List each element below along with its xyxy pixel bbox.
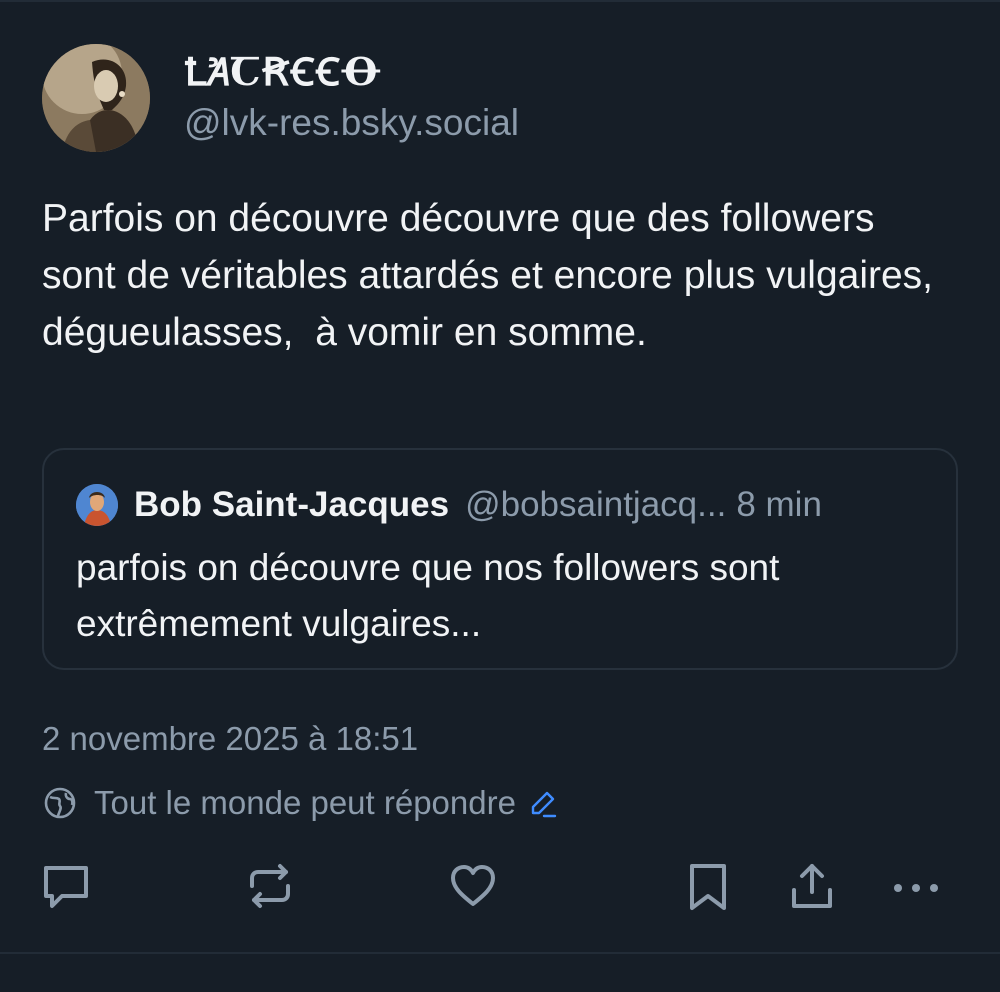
repost-icon — [250, 864, 290, 908]
post-text: Parfois on découvre découvre que des fol… — [42, 197, 955, 354]
globe-icon — [44, 787, 76, 819]
quoted-author-avatar[interactable] — [76, 484, 118, 526]
like-button[interactable] — [445, 858, 501, 914]
bookmark-icon — [690, 864, 726, 910]
author-avatar[interactable] — [42, 44, 150, 152]
author-display-name[interactable]: ꝈꞺꞆꞦꞒꞒꝊ — [184, 49, 519, 95]
quoted-post[interactable]: Bob Saint-Jacques @bobsaintjacq... 8 min… — [42, 448, 958, 670]
author-handle[interactable]: @lvk-res.bsky.social — [184, 99, 519, 147]
pencil-icon[interactable] — [528, 788, 558, 818]
author-names: ꝈꞺꞆꞦꞒꞒꝊ @lvk-res.bsky.social — [184, 49, 519, 147]
post-timestamp: 2 novembre 2025 à 18:51 — [42, 720, 419, 757]
divider — [0, 952, 1000, 954]
reply-setting: Tout le monde peut répondre — [42, 784, 558, 822]
heart-icon — [451, 865, 495, 906]
share-icon — [792, 864, 832, 908]
quoted-author-handle: @bobsaintjacq... — [465, 485, 727, 524]
post-thread-item: ꝈꞺꞆꞦꞒꞒꝊ @lvk-res.bsky.social Parfois on … — [0, 0, 1000, 992]
post-header: ꝈꞺꞆꞦꞒꞒꝊ @lvk-res.bsky.social — [42, 44, 519, 152]
more-icon — [894, 884, 938, 892]
quoted-author-name[interactable]: Bob Saint-Jacques — [134, 485, 449, 525]
repost-button[interactable] — [242, 858, 298, 914]
reply-button[interactable] — [38, 858, 94, 914]
bookmark-button[interactable] — [680, 858, 736, 914]
quoted-post-text: parfois on découvre que nos followers so… — [76, 547, 780, 644]
share-button[interactable] — [784, 858, 840, 914]
quoted-post-header: Bob Saint-Jacques @bobsaintjacq... 8 min — [76, 484, 822, 526]
more-options-button[interactable] — [890, 858, 946, 914]
comment-icon — [44, 866, 88, 908]
reply-setting-label: Tout le monde peut répondre — [94, 784, 516, 821]
quoted-post-time: 8 min — [736, 485, 822, 524]
post-actions — [0, 858, 1000, 920]
